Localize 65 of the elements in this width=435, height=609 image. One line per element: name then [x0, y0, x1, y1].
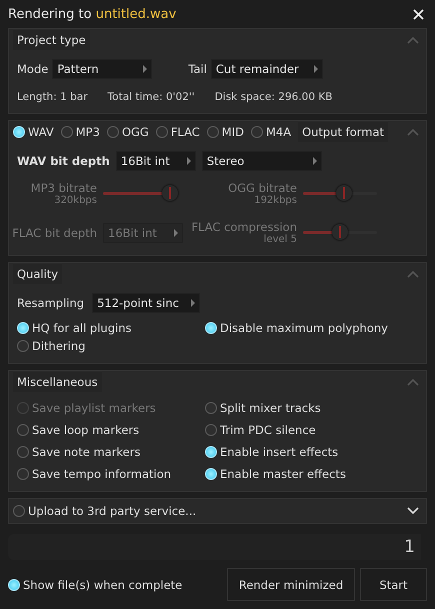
chevron-up-icon: [407, 128, 419, 136]
option-label: HQ for all plugins: [32, 321, 132, 335]
info-text: Total time: 0'02'': [108, 91, 195, 103]
option-label: Trim PDC silence: [220, 423, 316, 437]
field-label: Mode: [17, 62, 48, 76]
progress-count: 1: [404, 537, 416, 557]
section-title: Miscellaneous: [13, 372, 102, 392]
window-title: Rendering to untitled.wav: [8, 6, 176, 22]
setting-reading: level 5: [264, 234, 297, 245]
radio-button[interactable]: [250, 126, 263, 138]
option-label: Enable insert effects: [220, 445, 338, 459]
radio-button[interactable]: [13, 505, 25, 517]
start-button[interactable]: Start: [360, 568, 427, 601]
section-title: Output format: [298, 122, 388, 142]
option-label: Save loop markers: [32, 423, 140, 437]
chevron-up-icon: [407, 36, 419, 44]
radio-button[interactable]: [17, 340, 29, 352]
section-title: Project type: [13, 30, 90, 50]
radio-button[interactable]: [205, 424, 217, 436]
option-label: OGG: [122, 125, 149, 139]
option-label: Save note markers: [32, 445, 140, 459]
option-label: Show file(s) when complete: [23, 578, 182, 592]
field-label: WAV bit depth: [17, 154, 110, 168]
dropdown[interactable]: 16Bit int: [116, 151, 196, 171]
option-label: Save tempo information: [32, 467, 172, 481]
dropdown[interactable]: 512-point sinc: [92, 293, 200, 313]
setting-label: MP3 bitrate: [30, 181, 97, 195]
section-title: Quality: [13, 264, 62, 284]
setting-label: OGG bitrate: [228, 181, 297, 195]
radio-button[interactable]: [156, 126, 168, 138]
option-label: M4A: [266, 125, 292, 139]
setting-reading: 192kbps: [254, 195, 297, 206]
option-label: MID: [222, 125, 244, 139]
dropdown[interactable]: Stereo: [202, 151, 322, 171]
render-minimized-button[interactable]: Render minimized: [227, 568, 355, 601]
option-label: Split mixer tracks: [220, 401, 321, 415]
option-label: Upload to 3rd party service...: [28, 504, 196, 518]
setting-label: FLAC bit depth: [12, 226, 97, 240]
radio-button[interactable]: [17, 424, 29, 436]
info-text: Length: 1 bar: [17, 91, 88, 103]
chevron-up-icon: [407, 270, 419, 278]
field-label: Resampling: [17, 296, 84, 310]
option-label: Enable master effects: [220, 467, 346, 481]
radio-button[interactable]: [17, 468, 29, 480]
upload-bar[interactable]: Upload to 3rd party service...: [8, 498, 427, 524]
radio-button[interactable]: [206, 126, 219, 138]
radio-button[interactable]: [205, 402, 217, 414]
option-label: FLAC: [170, 125, 200, 139]
option-label: Dithering: [32, 339, 86, 353]
info-text: Disk space: 296.00 KB: [214, 91, 332, 103]
option-label: MP3: [76, 125, 100, 139]
field-label: Tail: [188, 62, 207, 76]
chevron-down-icon: [407, 507, 419, 515]
chevron-up-icon: [407, 378, 419, 386]
radio-button[interactable]: [106, 126, 119, 138]
dropdown[interactable]: Pattern: [52, 59, 152, 79]
setting-label: FLAC compression: [191, 220, 297, 234]
option-label: Save playlist markers: [32, 401, 156, 415]
close-icon: [412, 8, 424, 20]
radio-button[interactable]: [17, 446, 29, 458]
radio-button[interactable]: [60, 126, 73, 138]
dropdown[interactable]: Cut remainder: [210, 59, 323, 79]
option-label: Disable maximum polyphony: [220, 321, 388, 335]
setting-reading: 320kbps: [54, 195, 97, 206]
option-label: WAV: [28, 125, 54, 139]
